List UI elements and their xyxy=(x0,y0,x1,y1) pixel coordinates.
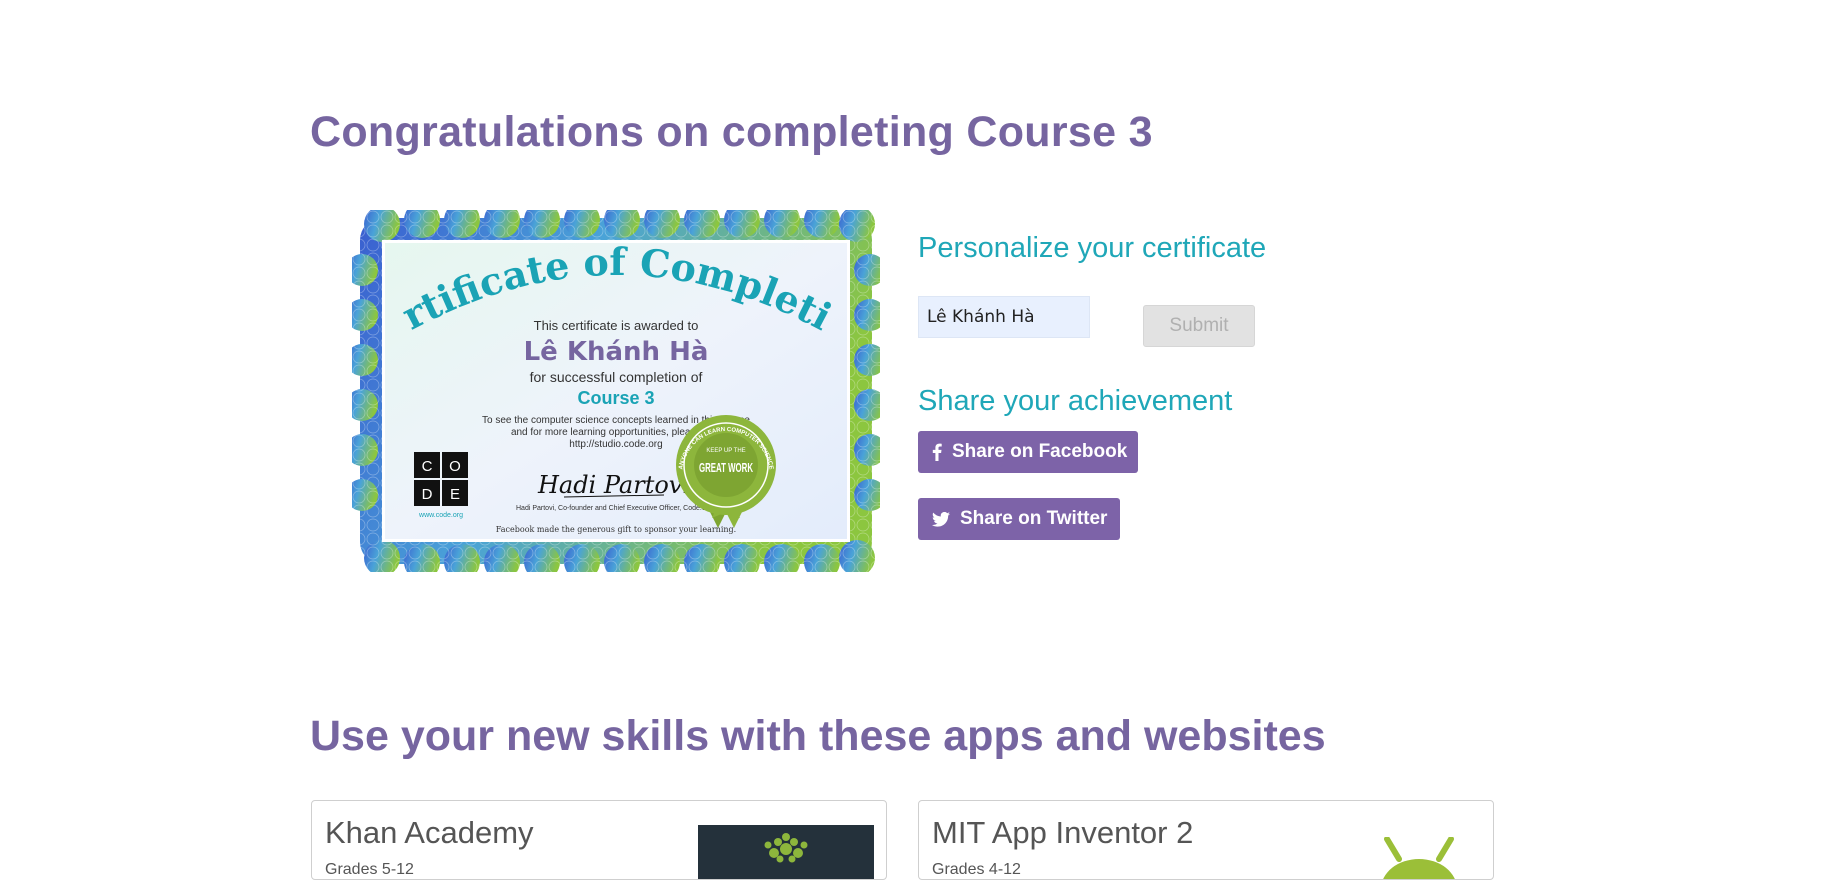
certificate-image: Certificate of Completion This certifica… xyxy=(352,210,880,572)
app-card-mit-app-inventor[interactable]: MIT App Inventor 2 Grades 4-12 xyxy=(918,800,1494,880)
certificate-course: Course 3 xyxy=(577,388,654,408)
apps-section-title: Use your new skills with these apps and … xyxy=(310,712,1326,760)
personalize-heading: Personalize your certificate xyxy=(918,232,1267,264)
awarded-text: This certificate is awarded to xyxy=(534,318,699,333)
android-icon xyxy=(1369,836,1469,879)
svg-text:O: O xyxy=(449,458,461,475)
svg-text:www.code.org: www.code.org xyxy=(418,512,463,519)
svg-text:KEEP UP THE: KEEP UP THE xyxy=(706,448,745,454)
completion-text: for successful completion of xyxy=(530,369,703,385)
share-facebook-label: Share on Facebook xyxy=(952,441,1128,462)
submit-button[interactable]: Submit xyxy=(1143,305,1255,347)
certificate-recipient: Lê Khánh Hà xyxy=(524,337,709,367)
share-twitter-label: Share on Twitter xyxy=(960,508,1108,529)
app-card-title: MIT App Inventor 2 xyxy=(932,815,1194,850)
svg-text:GREAT WORK: GREAT WORK xyxy=(699,460,753,475)
app-card-grades: Grades 5-12 xyxy=(325,861,414,878)
app-card-khan-academy[interactable]: Khan Academy Grades 5-12 xyxy=(311,800,887,880)
app-card-title: Khan Academy xyxy=(325,815,534,850)
share-twitter-button[interactable]: Share on Twitter xyxy=(918,498,1120,540)
app-card-grades: Grades 4-12 xyxy=(932,861,1021,878)
svg-text:C: C xyxy=(422,458,433,475)
sponsor-text: Facebook made the generous gift to spons… xyxy=(496,525,736,534)
twitter-icon xyxy=(932,511,950,527)
svg-text:E: E xyxy=(450,486,460,503)
khan-academy-tree-logo-icon xyxy=(698,825,874,879)
name-input[interactable] xyxy=(918,296,1090,338)
share-facebook-button[interactable]: Share on Facebook xyxy=(918,431,1138,473)
page-title: Congratulations on completing Course 3 xyxy=(310,108,1153,156)
facebook-icon xyxy=(932,443,942,461)
svg-text:D: D xyxy=(422,486,433,503)
signer-caption: Hadi Partovi, Co-founder and Chief Execu… xyxy=(516,505,712,512)
info-url: http://studio.code.org xyxy=(569,439,662,450)
share-heading: Share your achievement xyxy=(918,385,1233,417)
signature: Hadi Partovi xyxy=(537,471,690,499)
